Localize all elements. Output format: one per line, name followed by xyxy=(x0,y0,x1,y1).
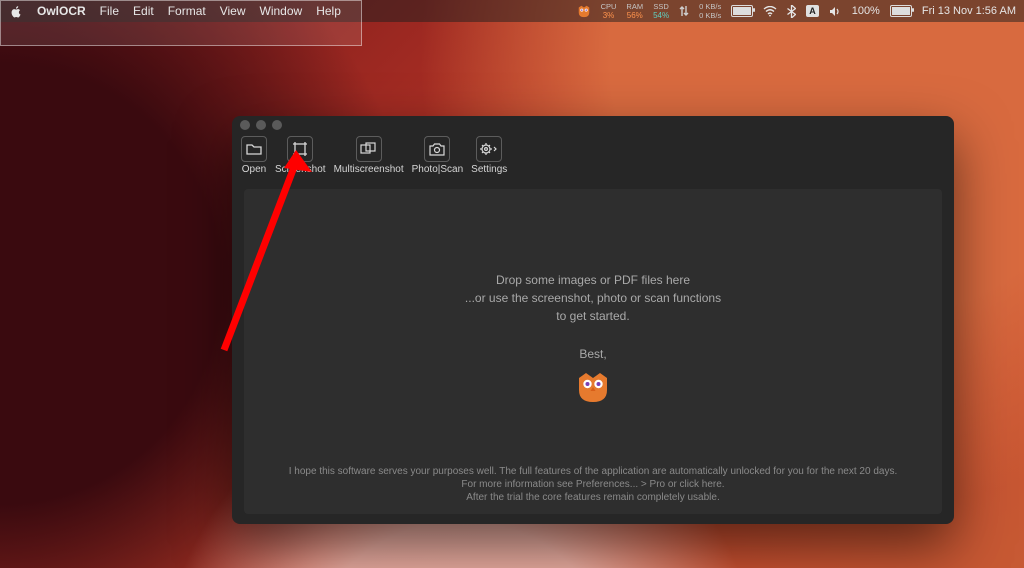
multi-crop-icon xyxy=(356,136,382,162)
wifi-icon[interactable] xyxy=(763,6,777,17)
input-source-badge[interactable]: A xyxy=(806,5,819,17)
settings-button[interactable]: Settings xyxy=(468,136,510,175)
menu-edit[interactable]: Edit xyxy=(133,4,154,18)
folder-icon xyxy=(241,136,267,162)
window-titlebar[interactable] xyxy=(232,116,954,134)
settings-label: Settings xyxy=(471,164,507,175)
menubar: OwlOCR File Edit Format View Window Help… xyxy=(0,0,1024,22)
drop-area[interactable]: Drop some images or PDF files here ...or… xyxy=(244,189,942,514)
toolbar: Open Screenshot Multiscreenshot Photo|Sc… xyxy=(232,134,954,179)
stat-ram[interactable]: RAM56% xyxy=(626,2,643,20)
menubar-owl-icon[interactable] xyxy=(577,4,591,18)
menu-window[interactable]: Window xyxy=(260,4,303,18)
screenshot-button[interactable]: Screenshot xyxy=(272,136,329,175)
open-button[interactable]: Open xyxy=(238,136,270,175)
photoscan-button[interactable]: Photo|Scan xyxy=(409,136,467,175)
multiscreenshot-label: Multiscreenshot xyxy=(334,164,404,175)
multiscreenshot-button[interactable]: Multiscreenshot xyxy=(331,136,407,175)
bluetooth-icon[interactable] xyxy=(787,5,796,18)
app-name[interactable]: OwlOCR xyxy=(37,4,86,18)
photoscan-label: Photo|Scan xyxy=(412,164,464,175)
net-arrows-icon xyxy=(679,5,689,17)
sign-off: Best, xyxy=(579,347,606,361)
apple-logo-icon[interactable] xyxy=(10,5,23,18)
stat-ssd[interactable]: SSD54% xyxy=(653,2,669,20)
window-close-button[interactable] xyxy=(240,120,250,130)
menu-view[interactable]: View xyxy=(220,4,246,18)
battery-icon[interactable] xyxy=(890,5,912,17)
stat-cpu[interactable]: CPU3% xyxy=(601,2,617,20)
open-label: Open xyxy=(242,164,266,175)
stat-net[interactable]: 0 KB/s0 KB/s xyxy=(699,2,721,20)
owl-icon xyxy=(576,371,610,403)
menu-format[interactable]: Format xyxy=(168,4,206,18)
menu-help[interactable]: Help xyxy=(316,4,341,18)
screenshot-label: Screenshot xyxy=(275,164,326,175)
window-minimize-button[interactable] xyxy=(256,120,266,130)
app-window: Open Screenshot Multiscreenshot Photo|Sc… xyxy=(232,116,954,524)
crop-icon xyxy=(287,136,313,162)
drop-instructions: Drop some images or PDF files here ...or… xyxy=(465,271,721,325)
clock[interactable]: Fri 13 Nov 1:56 AM xyxy=(922,5,1016,17)
menu-file[interactable]: File xyxy=(100,4,119,18)
trial-note: I hope this software serves your purpose… xyxy=(244,465,942,504)
camera-icon xyxy=(424,136,450,162)
window-zoom-button[interactable] xyxy=(272,120,282,130)
battery-small-icon[interactable] xyxy=(731,5,753,17)
volume-icon[interactable] xyxy=(829,6,842,17)
gear-icon xyxy=(476,136,502,162)
battery-pct: 100% xyxy=(852,5,880,17)
